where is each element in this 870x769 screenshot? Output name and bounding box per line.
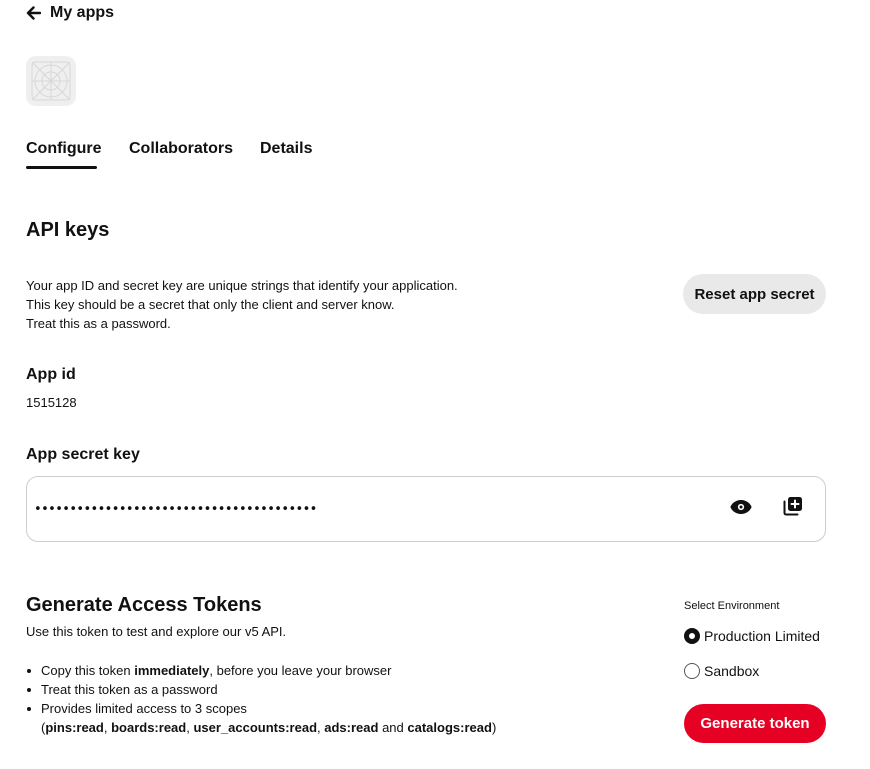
copy-secret-button[interactable] (781, 496, 805, 520)
description-line: Treat this as a password. (26, 316, 171, 331)
radio-production-limited[interactable]: Production Limited (684, 628, 820, 644)
eye-icon (730, 499, 752, 519)
reset-app-secret-button[interactable]: Reset app secret (683, 274, 826, 314)
list-item: Treat this token as a password (26, 680, 496, 699)
radio-label: Production Limited (704, 628, 820, 644)
app-id-label: App id (26, 366, 76, 383)
app-id-value: 1515128 (26, 395, 77, 410)
description-line: This key should be a secret that only th… (26, 297, 395, 312)
back-link-label: My apps (50, 4, 115, 21)
list-item: Provides limited access to 3 scopes (26, 699, 496, 718)
app-secret-key-input[interactable] (34, 497, 674, 521)
api-keys-heading: API keys (26, 219, 110, 241)
active-tab-indicator (26, 166, 97, 169)
generate-tokens-subtitle: Use this token to test and explore our v… (26, 624, 287, 639)
radio-sandbox[interactable]: Sandbox (684, 663, 759, 679)
generate-token-button[interactable]: Generate token (684, 704, 826, 743)
back-to-my-apps-link[interactable]: My apps (26, 3, 114, 23)
select-environment-label: Select Environment (684, 600, 780, 612)
tab-collaborators[interactable]: Collaborators (129, 140, 233, 158)
copy-icon (783, 496, 803, 521)
arrow-left-icon (26, 6, 41, 20)
scopes-list: (pins:read, boards:read, user_accounts:r… (41, 720, 497, 735)
description-line: Your app ID and secret key are unique st… (26, 278, 458, 293)
tab-details[interactable]: Details (260, 140, 312, 158)
generate-tokens-heading: Generate Access Tokens (26, 594, 262, 616)
show-secret-button[interactable] (729, 497, 753, 521)
radio-label: Sandbox (704, 663, 760, 679)
radio-selected-icon (684, 628, 700, 644)
api-keys-description: Your app ID and secret key are unique st… (26, 276, 458, 333)
app-secret-key-label: App secret key (26, 446, 140, 463)
tab-configure[interactable]: Configure (26, 140, 102, 158)
list-item: Copy this token immediately, before you … (26, 661, 496, 680)
token-instructions-list: Copy this token immediately, before you … (26, 661, 496, 737)
radio-unselected-icon (684, 663, 700, 679)
app-placeholder-icon (26, 56, 76, 106)
